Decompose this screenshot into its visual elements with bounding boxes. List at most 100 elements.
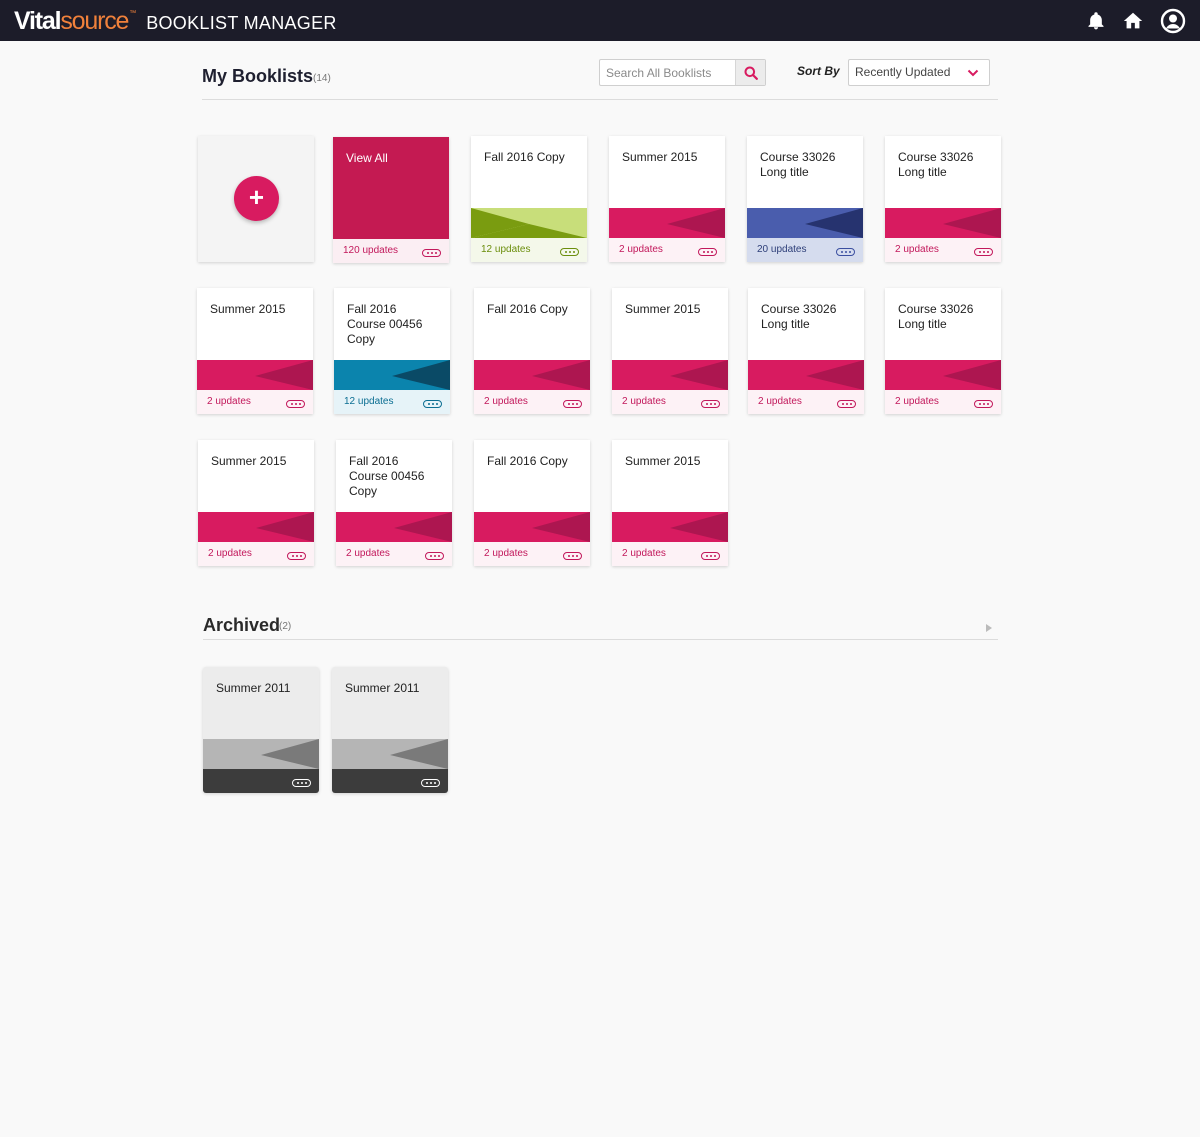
updates-count: 2 updates bbox=[895, 396, 939, 407]
updates-count: 2 updates bbox=[484, 396, 528, 407]
user-account-icon[interactable] bbox=[1160, 8, 1186, 34]
more-options-icon[interactable] bbox=[563, 552, 582, 560]
card-footer: 12 updates bbox=[334, 390, 450, 414]
page-title: My Booklists bbox=[202, 66, 314, 86]
booklist-title: Course 33026 Long title bbox=[760, 150, 836, 179]
more-options-icon[interactable] bbox=[701, 552, 720, 560]
booklist-title: Summer 2015 bbox=[625, 302, 701, 316]
card-banner bbox=[203, 739, 319, 769]
booklist-title: Fall 2016 Course 00456 Copy bbox=[347, 302, 423, 346]
updates-count: 2 updates bbox=[895, 244, 939, 255]
booklist-card[interactable]: Course 33026 Long title 2 updates bbox=[885, 288, 1001, 414]
updates-count: 2 updates bbox=[622, 548, 666, 559]
booklist-card[interactable]: Fall 2016 Copy 2 updates bbox=[474, 288, 590, 414]
more-options-icon[interactable] bbox=[974, 400, 993, 408]
more-options-icon[interactable] bbox=[286, 400, 305, 408]
card-banner bbox=[332, 739, 448, 769]
more-options-icon[interactable] bbox=[560, 248, 579, 256]
card-banner bbox=[747, 208, 863, 238]
card-banner bbox=[609, 208, 725, 238]
more-options-icon[interactable] bbox=[287, 552, 306, 560]
booklist-title: Summer 2015 bbox=[210, 302, 286, 316]
more-options-icon[interactable] bbox=[698, 248, 717, 256]
more-options-icon[interactable] bbox=[837, 400, 856, 408]
view-all-card[interactable]: View All 120 updates bbox=[333, 137, 449, 263]
more-options-icon[interactable] bbox=[974, 248, 993, 256]
card-banner bbox=[334, 360, 450, 390]
updates-count: 2 updates bbox=[758, 396, 802, 407]
card-banner bbox=[885, 208, 1001, 238]
home-icon[interactable] bbox=[1122, 10, 1144, 32]
booklist-title: Fall 2016 Copy bbox=[487, 302, 568, 316]
archived-section-title: Archived bbox=[203, 615, 281, 635]
search-button[interactable] bbox=[735, 60, 765, 85]
booklist-title: Fall 2016 Copy bbox=[484, 150, 565, 164]
card-footer: 2 updates bbox=[198, 542, 314, 566]
booklist-title: Summer 2015 bbox=[211, 454, 287, 468]
more-options-icon[interactable] bbox=[836, 248, 855, 256]
brand-source: source bbox=[60, 7, 129, 35]
sort-by-label: Sort By bbox=[797, 64, 840, 78]
updates-count: 2 updates bbox=[207, 396, 251, 407]
expand-arrow-icon[interactable] bbox=[986, 624, 992, 632]
card-footer: 2 updates bbox=[609, 238, 725, 262]
sort-select[interactable]: Recently Updated bbox=[848, 59, 990, 86]
booklist-card[interactable]: Summer 2015 2 updates bbox=[197, 288, 313, 414]
view-all-label: View All bbox=[346, 151, 388, 165]
updates-count: 2 updates bbox=[619, 244, 663, 255]
search-input[interactable] bbox=[600, 60, 736, 85]
archived-count: (2) bbox=[279, 621, 292, 632]
card-footer bbox=[203, 769, 319, 793]
sort-selected-value: Recently Updated bbox=[855, 65, 951, 79]
booklist-card[interactable]: Course 33026 Long title 20 updates bbox=[747, 136, 863, 262]
more-options-icon[interactable] bbox=[421, 779, 440, 787]
top-bar: Vital source ™ BOOKLIST MANAGER bbox=[0, 0, 1200, 41]
archived-booklist-card[interactable]: Summer 2011 bbox=[203, 667, 319, 793]
booklist-card[interactable]: Fall 2016 Course 00456 Copy 12 updates bbox=[334, 288, 450, 414]
card-banner bbox=[748, 360, 864, 390]
more-options-icon[interactable] bbox=[292, 779, 311, 787]
booklist-title: Summer 2015 bbox=[625, 454, 701, 468]
archived-booklist-card[interactable]: Summer 2011 bbox=[332, 667, 448, 793]
add-booklist-card[interactable]: + bbox=[198, 136, 314, 262]
bell-icon[interactable] bbox=[1086, 11, 1106, 31]
booklist-card[interactable]: Summer 2015 2 updates bbox=[198, 440, 314, 566]
booklist-card[interactable]: Fall 2016 Copy 12 updates bbox=[471, 136, 587, 262]
search-icon bbox=[744, 66, 758, 80]
booklist-card[interactable]: Summer 2015 2 updates bbox=[609, 136, 725, 262]
booklist-card[interactable]: Fall 2016 Course 00456 Copy 2 updates bbox=[336, 440, 452, 566]
updates-count: 2 updates bbox=[622, 396, 666, 407]
booklist-card[interactable]: Summer 2015 2 updates bbox=[612, 288, 728, 414]
card-footer: 2 updates bbox=[885, 238, 1001, 262]
search-box bbox=[599, 59, 766, 86]
card-banner bbox=[612, 512, 728, 542]
updates-count: 120 updates bbox=[343, 245, 399, 256]
more-options-icon[interactable] bbox=[422, 249, 441, 257]
card-footer: 2 updates bbox=[197, 390, 313, 414]
add-booklist-button[interactable]: + bbox=[234, 176, 279, 221]
card-footer: 12 updates bbox=[471, 238, 587, 262]
booklist-card[interactable]: Fall 2016 Copy 2 updates bbox=[474, 440, 590, 566]
vitalsource-logo[interactable]: Vital source ™ BOOKLIST MANAGER bbox=[14, 7, 337, 36]
brand-vital: Vital bbox=[14, 7, 62, 35]
more-options-icon[interactable] bbox=[425, 552, 444, 560]
card-banner bbox=[336, 512, 452, 542]
booklist-card[interactable]: Summer 2015 2 updates bbox=[612, 440, 728, 566]
card-banner bbox=[474, 512, 590, 542]
updates-count: 2 updates bbox=[484, 548, 528, 559]
updates-count: 12 updates bbox=[481, 244, 531, 255]
booklist-count: (14) bbox=[313, 73, 331, 84]
booklist-card[interactable]: Course 33026 Long title 2 updates bbox=[748, 288, 864, 414]
plus-icon: + bbox=[248, 182, 265, 212]
booklist-title: Fall 2016 Course 00456 Copy bbox=[349, 454, 425, 498]
booklist-title: Summer 2011 bbox=[345, 681, 420, 695]
booklist-card[interactable]: Course 33026 Long title 2 updates bbox=[885, 136, 1001, 262]
booklist-title: Course 33026 Long title bbox=[898, 150, 974, 179]
more-options-icon[interactable] bbox=[423, 400, 442, 408]
more-options-icon[interactable] bbox=[563, 400, 582, 408]
booklist-title: Summer 2011 bbox=[216, 681, 291, 695]
updates-count: 2 updates bbox=[346, 548, 390, 559]
card-banner bbox=[197, 360, 313, 390]
booklist-title: Summer 2015 bbox=[622, 150, 698, 164]
more-options-icon[interactable] bbox=[701, 400, 720, 408]
